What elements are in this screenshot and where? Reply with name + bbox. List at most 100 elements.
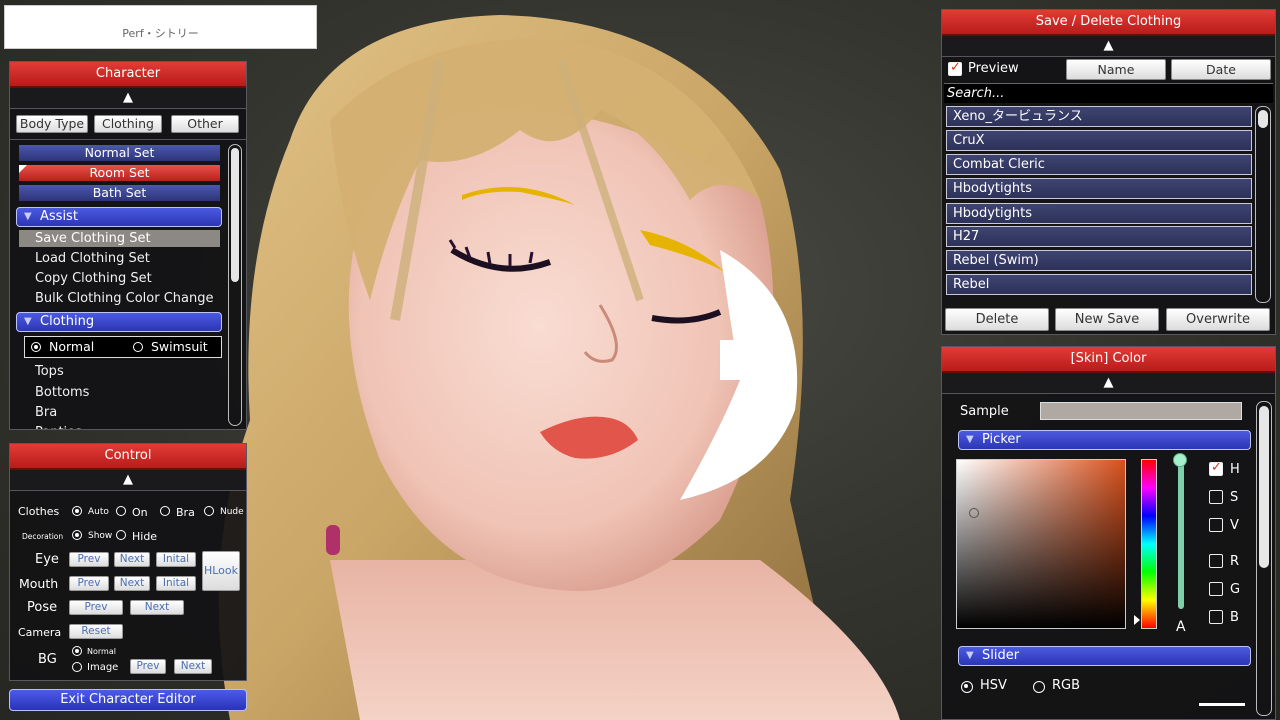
character-scrollbar-thumb[interactable]: [231, 148, 239, 282]
save-collapse-button[interactable]: ▲: [942, 36, 1275, 57]
camera-label: Camera: [18, 626, 62, 639]
hue-pointer-icon[interactable]: [1134, 615, 1140, 625]
checkmark-icon: ✓: [950, 60, 961, 75]
checkmark-icon: ✓: [1211, 460, 1222, 475]
slider-section-header[interactable]: ▼ Slider: [958, 646, 1251, 666]
save-list-item[interactable]: Rebel: [946, 274, 1252, 295]
save-list-item[interactable]: Hbodytights: [946, 178, 1252, 199]
pose-next-button[interactable]: Next: [130, 600, 184, 615]
normal-set-button[interactable]: Normal Set: [19, 145, 220, 161]
channel-r-checkbox[interactable]: [1209, 554, 1223, 568]
decoration-show-radio[interactable]: [72, 530, 82, 540]
character-scrollbar[interactable]: [228, 144, 242, 426]
sort-name-button[interactable]: Name: [1066, 59, 1166, 80]
bg-image-radio[interactable]: [72, 662, 82, 672]
channel-g-checkbox[interactable]: [1209, 582, 1223, 596]
control-collapse-button[interactable]: ▲: [10, 470, 246, 491]
clothes-on-radio[interactable]: [116, 506, 126, 516]
mouth-prev-button[interactable]: Prev: [69, 576, 109, 591]
mode-rgb-radio[interactable]: [1033, 681, 1045, 693]
eye-inital-button[interactable]: Inital: [156, 552, 196, 567]
channel-v-checkbox[interactable]: [1209, 518, 1223, 532]
tab-other[interactable]: Other: [171, 115, 239, 133]
clothes-bra-radio[interactable]: [160, 506, 170, 516]
bg-next-button[interactable]: Next: [174, 659, 212, 674]
bulk-color-change-item[interactable]: Bulk Clothing Color Change: [35, 291, 214, 306]
clothing-section-header[interactable]: ▼ Clothing: [16, 312, 222, 332]
save-list-item[interactable]: Hbodytights: [946, 203, 1252, 224]
bra-item[interactable]: Bra: [35, 405, 57, 420]
hue-slider[interactable]: [1141, 459, 1157, 629]
channel-b-checkbox[interactable]: [1209, 610, 1223, 624]
decoration-label: Decoration: [22, 532, 64, 541]
copy-clothing-set-item[interactable]: Copy Clothing Set: [35, 271, 152, 286]
clothes-auto-label: Auto: [88, 507, 109, 517]
tops-item[interactable]: Tops: [35, 364, 64, 379]
swimsuit-radio-label: Swimsuit: [151, 339, 208, 354]
decoration-hide-radio[interactable]: [116, 530, 126, 540]
overwrite-button[interactable]: Overwrite: [1166, 308, 1270, 331]
saturation-value-square[interactable]: [956, 459, 1126, 629]
room-set-marker-icon: [19, 165, 27, 173]
color-panel-scrollbar-thumb[interactable]: [1259, 406, 1269, 568]
bg-normal-label: Normal: [87, 647, 116, 656]
assist-section-header[interactable]: ▼ Assist: [16, 207, 222, 227]
sort-date-button[interactable]: Date: [1171, 59, 1271, 80]
collapse-triangle-icon: ▼: [966, 434, 974, 445]
load-clothing-set-item[interactable]: Load Clothing Set: [35, 251, 150, 266]
picker-label: Picker: [982, 432, 1021, 447]
mouth-inital-button[interactable]: Inital: [156, 576, 196, 591]
alpha-handle-icon[interactable]: [1173, 453, 1187, 467]
channel-v-label: V: [1230, 518, 1239, 533]
control-panel-title: Control: [10, 444, 246, 470]
channel-h-checkbox[interactable]: ✓: [1209, 460, 1223, 476]
preview-checkbox[interactable]: ✓: [948, 60, 962, 76]
hlook-button[interactable]: HLook: [202, 551, 240, 591]
exit-character-editor-button[interactable]: Exit Character Editor: [9, 689, 247, 711]
new-save-button[interactable]: New Save: [1055, 308, 1159, 331]
mouth-next-button[interactable]: Next: [114, 576, 150, 591]
bg-prev-button[interactable]: Prev: [130, 659, 166, 674]
tab-body-type[interactable]: Body Type: [16, 115, 88, 133]
search-input[interactable]: Search...: [944, 83, 1273, 103]
character-collapse-button[interactable]: ▲: [10, 88, 246, 109]
save-list-item[interactable]: Combat Cleric: [946, 154, 1252, 175]
picker-section-header[interactable]: ▼ Picker: [958, 430, 1251, 450]
color-collapse-button[interactable]: ▲: [942, 373, 1275, 394]
camera-reset-button[interactable]: Reset: [69, 624, 123, 639]
alpha-slider[interactable]: [1178, 459, 1184, 609]
mode-hsv-radio[interactable]: [961, 681, 973, 693]
save-list-scrollbar[interactable]: [1255, 106, 1271, 303]
clothes-nude-radio[interactable]: [204, 506, 214, 516]
eye-label: Eye: [35, 552, 59, 567]
bg-normal-radio[interactable]: [72, 646, 82, 656]
decoration-show-label: Show: [88, 531, 113, 541]
channel-g-label: G: [1230, 582, 1241, 597]
save-list-item[interactable]: Xeno_タービュランス: [946, 106, 1252, 127]
clothes-nude-label: Nude: [220, 507, 244, 517]
room-set-button[interactable]: Room Set: [19, 165, 220, 181]
save-list-scrollbar-thumb[interactable]: [1258, 110, 1268, 128]
normal-radio[interactable]: [31, 342, 41, 352]
clothes-auto-radio[interactable]: [72, 506, 82, 516]
bottoms-item[interactable]: Bottoms: [35, 385, 89, 400]
tab-clothing[interactable]: Clothing: [94, 115, 162, 133]
clothes-on-label: On: [132, 506, 148, 519]
swimsuit-radio[interactable]: [133, 342, 143, 352]
save-clothing-set-item[interactable]: Save Clothing Set: [19, 230, 220, 247]
eye-next-button[interactable]: Next: [114, 552, 150, 567]
color-panel-scrollbar[interactable]: [1256, 401, 1272, 716]
sv-cursor-icon[interactable]: [969, 508, 979, 518]
channel-h-label: H: [1230, 462, 1240, 477]
normal-radio-label: Normal: [49, 339, 95, 354]
save-list-item[interactable]: CruX: [946, 130, 1252, 151]
pose-prev-button[interactable]: Prev: [69, 600, 123, 615]
panties-item[interactable]: Panties: [35, 425, 82, 429]
eye-prev-button[interactable]: Prev: [69, 552, 109, 567]
save-list-item[interactable]: Rebel (Swim): [946, 250, 1252, 271]
save-list-item[interactable]: H27: [946, 226, 1252, 247]
delete-button[interactable]: Delete: [945, 308, 1049, 331]
bath-set-button[interactable]: Bath Set: [19, 185, 220, 201]
channel-s-checkbox[interactable]: [1209, 490, 1223, 504]
sample-swatch[interactable]: [1040, 402, 1242, 420]
